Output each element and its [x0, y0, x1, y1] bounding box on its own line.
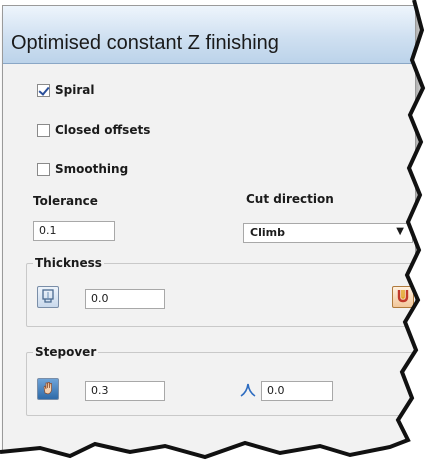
- torn-edge-decoration: [0, 0, 447, 471]
